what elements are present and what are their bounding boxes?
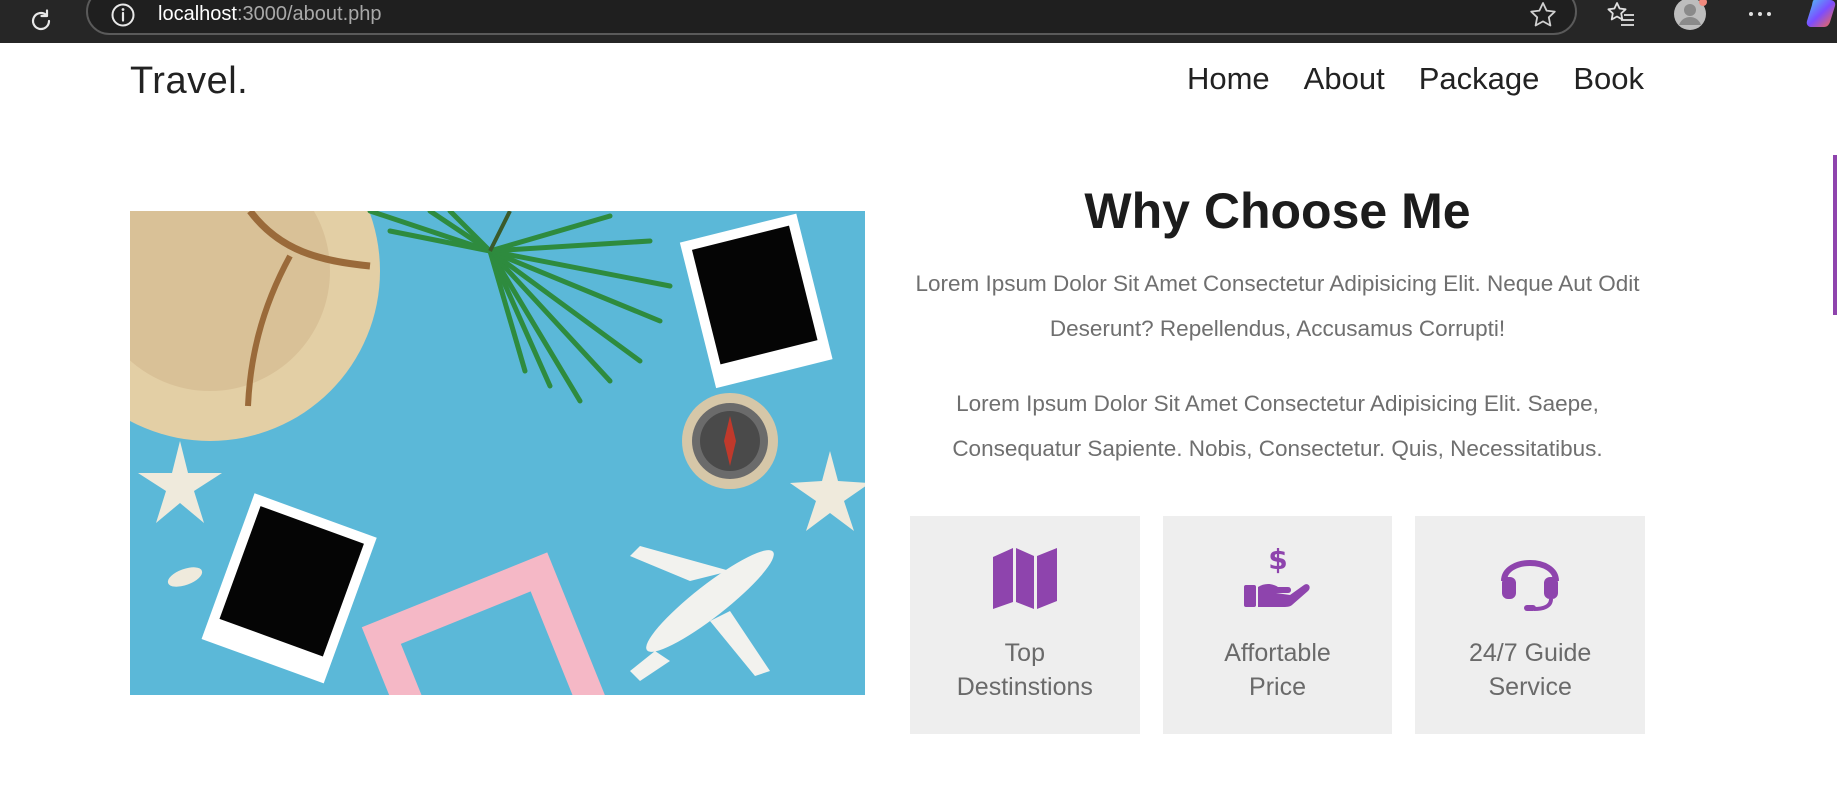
favorite-star-icon[interactable] (1528, 0, 1558, 30)
favorites-icon[interactable] (1606, 0, 1636, 30)
about-paragraph-1: Lorem Ipsum Dolor Sit Amet Consectetur A… (915, 271, 1640, 341)
travel-flatlay-image (130, 211, 865, 695)
site-logo[interactable]: Travel. (130, 60, 248, 103)
address-url[interactable]: localhost:3000/about.php (158, 2, 382, 26)
more-options-icon[interactable] (1746, 4, 1774, 24)
reload-icon[interactable] (28, 8, 54, 34)
url-path: :3000/about.php (236, 3, 382, 25)
profile-icon[interactable] (1672, 0, 1708, 32)
feature-label-destinations: Top Destinstions (956, 639, 1093, 701)
feature-label-guide: 24/7 Guide Service (1469, 639, 1592, 701)
feature-card-guide: 24/7 Guide Service (1415, 516, 1646, 734)
features-row: Top Destinstions $ Affortable Price 24/7… (910, 516, 1646, 734)
url-host: localhost (158, 3, 237, 25)
feature-label-price: Affortable Price (1224, 639, 1331, 701)
feature-card-price: $ Affortable Price (1162, 516, 1393, 734)
copilot-icon[interactable] (1806, 0, 1837, 28)
map-icon (992, 548, 1057, 609)
nav-about[interactable]: About (1304, 61, 1385, 97)
browser-toolbar: localhost:3000/about.php (0, 0, 1837, 43)
side-panel-edge (1833, 155, 1837, 315)
nav-book[interactable]: Book (1573, 61, 1644, 97)
about-image (130, 211, 865, 695)
feature-card-destinations: Top Destinstions (910, 516, 1140, 734)
main-nav: Home About Package Book (1187, 61, 1644, 97)
about-heading: Why Choose Me (1084, 183, 1471, 239)
nav-package[interactable]: Package (1419, 61, 1540, 97)
site-info-icon[interactable] (110, 2, 136, 28)
hand-dollar-icon: $ (1243, 545, 1310, 607)
headset-icon (1501, 560, 1560, 611)
about-paragraph-2: Lorem Ipsum Dolor Sit Amet Consectetur A… (952, 391, 1603, 461)
svg-text:$: $ (1268, 545, 1287, 576)
nav-home[interactable]: Home (1187, 61, 1270, 97)
